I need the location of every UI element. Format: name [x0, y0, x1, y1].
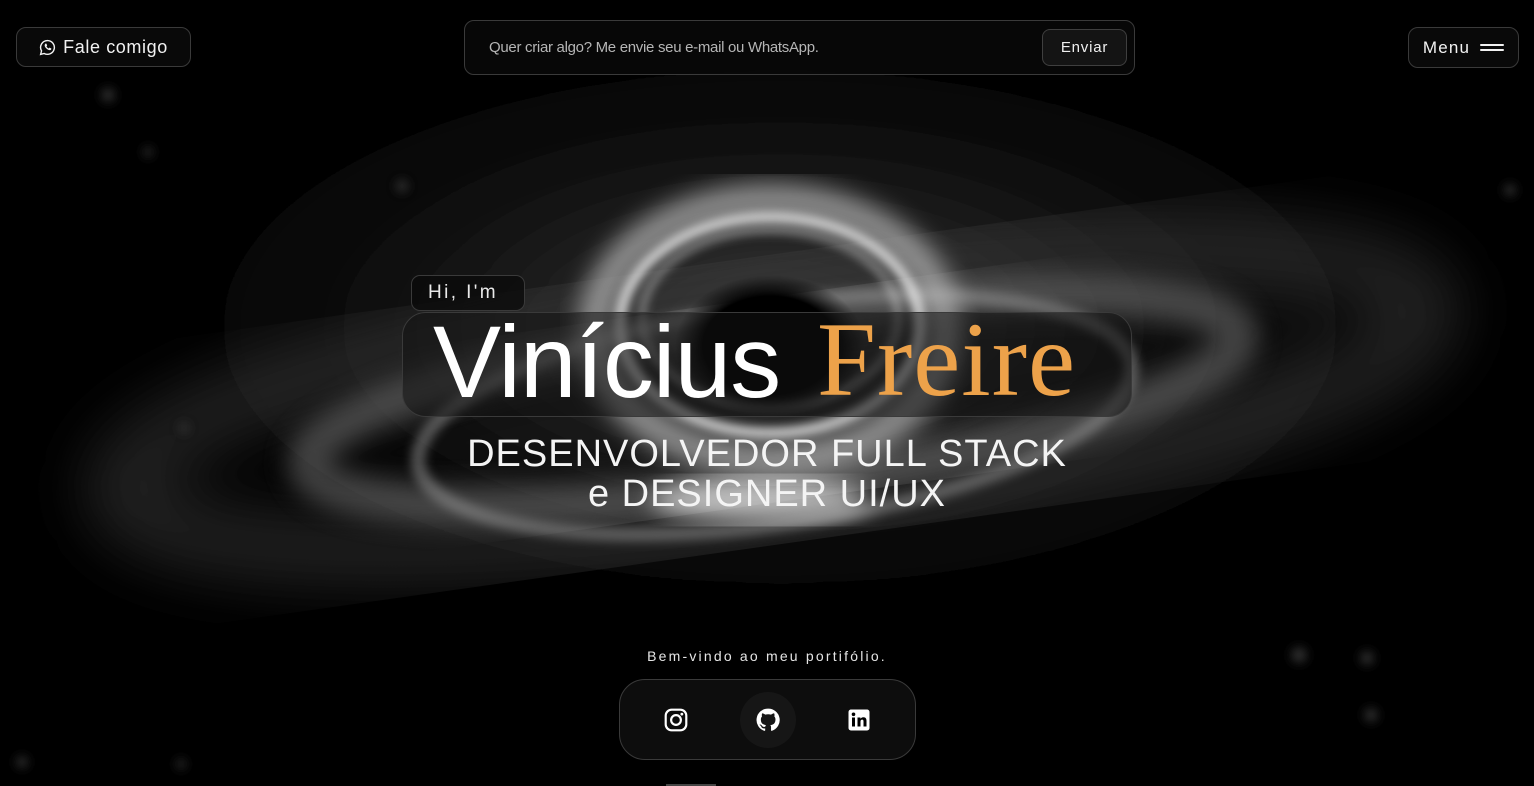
- linkedin-icon: [848, 709, 870, 731]
- hamburger-icon: [1480, 43, 1505, 53]
- instagram-icon: [664, 708, 688, 732]
- portfolio-page: Fale comigo Enviar Menu Hi, I'm Vinícius…: [0, 0, 1534, 786]
- message-bar: Enviar: [464, 20, 1135, 75]
- role-line-1: DESENVOLVEDOR FULL STACK: [467, 433, 1067, 475]
- welcome-text: Bem-vindo ao meu portifólio.: [647, 648, 887, 664]
- menu-label: Menu: [1422, 37, 1471, 57]
- message-input[interactable]: [465, 21, 1042, 74]
- instagram-link[interactable]: [648, 692, 704, 748]
- github-link[interactable]: [740, 692, 796, 748]
- contact-button[interactable]: Fale comigo: [16, 27, 191, 67]
- linkedin-link[interactable]: [831, 692, 887, 748]
- github-icon: [756, 708, 780, 731]
- whatsapp-icon: [39, 39, 56, 56]
- send-button[interactable]: Enviar: [1042, 29, 1127, 66]
- greeting-text: Hi, I'm: [428, 282, 499, 303]
- role-title: DESENVOLVEDOR FULL STACK e DESIGNER UI/U…: [380, 434, 1154, 514]
- last-name: Freire: [817, 301, 1077, 418]
- role-line-2: e DESIGNER UI/UX: [587, 473, 947, 515]
- first-name: Vinícius: [433, 305, 781, 419]
- contact-label: Fale comigo: [63, 36, 168, 57]
- menu-button[interactable]: Menu: [1408, 27, 1519, 68]
